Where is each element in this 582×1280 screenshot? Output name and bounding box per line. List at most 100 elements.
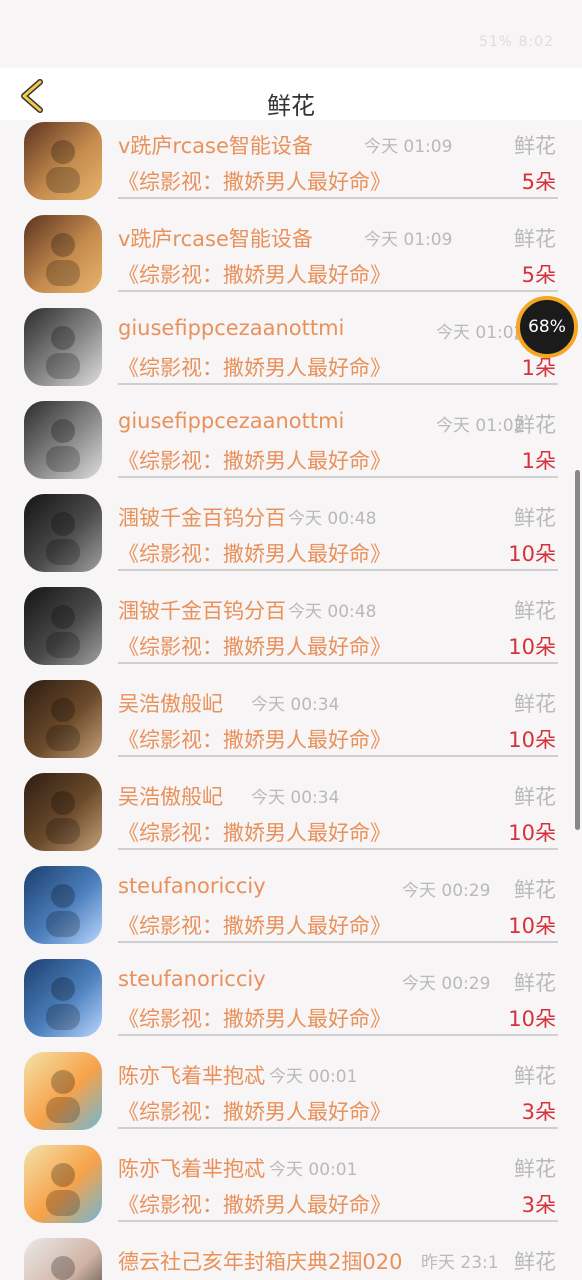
user-name[interactable]: 吴浩傲般屺 (118, 781, 223, 811)
timestamp: 今天 00:34 (251, 788, 340, 808)
avatar-image (24, 1238, 102, 1280)
avatar[interactable] (24, 215, 102, 293)
flower-list[interactable]: v跣庐rcase智能设备 今天 01:09 鲜花 《综影视：撒娇男人最好命》 5… (0, 120, 582, 1280)
list-item[interactable]: 涠铍千金百钨分百 今天 00:48 鲜花 《综影视：撒娇男人最好命》 10朵 (0, 585, 582, 678)
timestamp: 今天 00:01 (269, 1067, 358, 1087)
flower-count: 3朵 (521, 1193, 556, 1217)
user-name[interactable]: giusefippcezaanottmi (118, 409, 344, 433)
divider (118, 569, 558, 571)
list-item[interactable]: steufanoricciy 今天 00:29 鲜花 《综影视：撒娇男人最好命》… (0, 864, 582, 957)
avatar-image (24, 215, 102, 293)
avatar[interactable] (24, 308, 102, 386)
gift-type: 鲜花 (514, 971, 556, 995)
divider (118, 941, 558, 943)
avatar-image (24, 773, 102, 851)
divider (118, 662, 558, 664)
avatar-image (24, 494, 102, 572)
timestamp: 今天 00:01 (269, 1160, 358, 1180)
battery-badge: 68% (516, 296, 578, 358)
avatar-image (24, 680, 102, 758)
list-item[interactable]: v跣庐rcase智能设备 今天 01:09 鲜花 《综影视：撒娇男人最好命》 5… (0, 120, 582, 213)
list-item[interactable]: 吴浩傲般屺 今天 00:34 鲜花 《综影视：撒娇男人最好命》 10朵 (0, 771, 582, 864)
avatar-image (24, 122, 102, 200)
divider (118, 848, 558, 850)
avatar-image (24, 959, 102, 1037)
timestamp: 今天 00:29 (402, 881, 491, 901)
show-title[interactable]: 《综影视：撒娇男人最好命》 (118, 1003, 391, 1033)
flower-count: 3朵 (521, 1100, 556, 1124)
divider (118, 383, 558, 385)
gift-type: 鲜花 (514, 692, 556, 716)
avatar[interactable] (24, 1238, 102, 1280)
user-name[interactable]: steufanoricciy (118, 874, 266, 898)
show-title[interactable]: 《综影视：撒娇男人最好命》 (118, 166, 391, 196)
show-title[interactable]: 《综影视：撒娇男人最好命》 (118, 724, 391, 754)
user-name[interactable]: v跣庐rcase智能设备 (118, 223, 313, 253)
timestamp: 今天 01:02 (436, 416, 525, 436)
timestamp: 今天 01:02 (436, 323, 525, 343)
show-title[interactable]: 《综影视：撒娇男人最好命》 (118, 352, 391, 382)
user-name[interactable]: 涠铍千金百钨分百 (118, 502, 286, 532)
user-name[interactable]: giusefippcezaanottmi (118, 316, 344, 340)
divider (118, 1127, 558, 1129)
user-name[interactable]: 陈亦飞着芈抱忒 (118, 1060, 265, 1090)
timestamp: 今天 01:09 (364, 137, 453, 157)
list-item[interactable]: 德云社己亥年封箱庆典2掴020 昨天 23:1 鲜花 (0, 1236, 582, 1280)
gift-type: 鲜花 (514, 227, 556, 251)
show-title[interactable]: 《综影视：撒娇男人最好命》 (118, 910, 391, 940)
avatar[interactable] (24, 122, 102, 200)
timestamp: 今天 00:48 (288, 602, 377, 622)
show-title[interactable]: 《综影视：撒娇男人最好命》 (118, 817, 391, 847)
user-name[interactable]: v跣庐rcase智能设备 (118, 130, 313, 160)
timestamp: 今天 01:09 (364, 230, 453, 250)
user-name[interactable]: 陈亦飞着芈抱忒 (118, 1153, 265, 1183)
avatar[interactable] (24, 1052, 102, 1130)
divider (118, 290, 558, 292)
flower-count: 5朵 (521, 170, 556, 194)
divider (118, 1220, 558, 1222)
gift-type: 鲜花 (514, 506, 556, 530)
gift-type: 鲜花 (514, 878, 556, 902)
show-title[interactable]: 《综影视：撒娇男人最好命》 (118, 631, 391, 661)
user-name[interactable]: 吴浩傲般屺 (118, 688, 223, 718)
list-item[interactable]: 陈亦飞着芈抱忒 今天 00:01 鲜花 《综影视：撒娇男人最好命》 3朵 (0, 1143, 582, 1236)
list-item[interactable]: 吴浩傲般屺 今天 00:34 鲜花 《综影视：撒娇男人最好命》 10朵 (0, 678, 582, 771)
user-name[interactable]: steufanoricciy (118, 967, 266, 991)
list-item[interactable]: 陈亦飞着芈抱忒 今天 00:01 鲜花 《综影视：撒娇男人最好命》 3朵 (0, 1050, 582, 1143)
avatar[interactable] (24, 959, 102, 1037)
user-name[interactable]: 德云社己亥年封箱庆典2掴020 (118, 1246, 402, 1276)
timestamp: 今天 00:34 (251, 695, 340, 715)
avatar[interactable] (24, 866, 102, 944)
show-title[interactable]: 《综影视：撒娇男人最好命》 (118, 259, 391, 289)
list-item[interactable]: steufanoricciy 今天 00:29 鲜花 《综影视：撒娇男人最好命》… (0, 957, 582, 1050)
show-title[interactable]: 《综影视：撒娇男人最好命》 (118, 538, 391, 568)
avatar-image (24, 1052, 102, 1130)
avatar[interactable] (24, 587, 102, 665)
avatar-image (24, 587, 102, 665)
avatar-image (24, 308, 102, 386)
user-name[interactable]: 涠铍千金百钨分百 (118, 595, 286, 625)
show-title[interactable]: 《综影视：撒娇男人最好命》 (118, 1189, 391, 1219)
avatar[interactable] (24, 494, 102, 572)
list-item[interactable]: 涠铍千金百钨分百 今天 00:48 鲜花 《综影视：撒娇男人最好命》 10朵 (0, 492, 582, 585)
flower-count: 1朵 (521, 449, 556, 473)
show-title[interactable]: 《综影视：撒娇男人最好命》 (118, 1096, 391, 1126)
flower-count: 10朵 (508, 914, 556, 938)
avatar[interactable] (24, 1145, 102, 1223)
list-item[interactable]: v跣庐rcase智能设备 今天 01:09 鲜花 《综影视：撒娇男人最好命》 5… (0, 213, 582, 306)
gift-type: 鲜花 (514, 1157, 556, 1181)
timestamp: 今天 00:29 (402, 974, 491, 994)
show-title[interactable]: 《综影视：撒娇男人最好命》 (118, 445, 391, 475)
avatar[interactable] (24, 401, 102, 479)
status-bar: 51% 8:02 (0, 0, 582, 68)
flower-count: 10朵 (508, 542, 556, 566)
flower-count: 10朵 (508, 821, 556, 845)
avatar[interactable] (24, 680, 102, 758)
avatar[interactable] (24, 773, 102, 851)
header: 鲜花 (0, 68, 582, 120)
list-item[interactable]: giusefippcezaanottmi 今天 01:02 鲜花 《综影视：撒娇… (0, 399, 582, 492)
timestamp: 今天 00:48 (288, 509, 377, 529)
divider (118, 476, 558, 478)
list-item[interactable]: giusefippcezaanottmi 今天 01:02 鲜花 《综影视：撒娇… (0, 306, 582, 399)
scrollbar[interactable] (575, 470, 580, 830)
